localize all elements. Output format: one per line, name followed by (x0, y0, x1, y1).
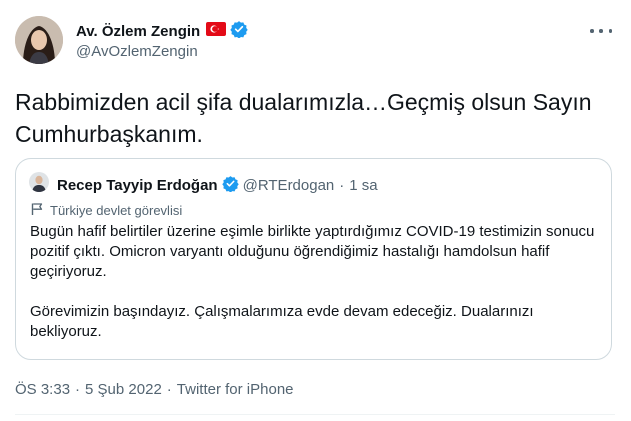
tweet-text: Rabbimizden acil şifa dualarımızla…Geçmi… (15, 89, 592, 147)
more-dot (590, 29, 594, 33)
tweet-source[interactable]: Twitter for iPhone (177, 381, 294, 398)
quoted-header: Recep Tayyip Erdoğan @RTErdogan · 1 sa (57, 175, 378, 196)
author-avatar[interactable] (15, 16, 63, 64)
more-dot (608, 29, 612, 33)
avatar-image (15, 16, 63, 64)
author-name-row[interactable]: Av. Özlem Zengin (76, 20, 248, 42)
government-official-label: Türkiye devlet görevlisi (30, 202, 182, 219)
tweet-date[interactable]: 5 Şub 2022 (85, 381, 162, 398)
meta-separator: · (75, 381, 81, 398)
divider (15, 414, 615, 415)
verified-badge-icon (221, 175, 239, 196)
quoted-tweet[interactable]: Recep Tayyip Erdoğan @RTErdogan · 1 sa T… (15, 158, 612, 360)
meta-separator: · (166, 381, 172, 398)
quoted-author-name[interactable]: Recep Tayyip Erdoğan (57, 177, 218, 194)
flag-icon (30, 202, 44, 219)
quoted-separator: · (339, 177, 345, 194)
quoted-avatar-image (29, 172, 49, 192)
quoted-author-avatar[interactable] (29, 172, 49, 192)
quoted-timestamp[interactable]: 1 sa (349, 177, 377, 194)
quoted-tweet-body: Bugün hafif belirtiler üzerine eşimle bi… (30, 222, 605, 342)
quoted-paragraph-2: Görevimizin başındayız. Çalışmalarımıza … (30, 303, 534, 340)
author-name[interactable]: Av. Özlem Zengin (76, 23, 200, 40)
government-official-text: Türkiye devlet görevlisi (50, 203, 183, 218)
quoted-paragraph-1: Bugün hafif belirtiler üzerine eşimle bi… (30, 223, 595, 280)
tweet-metadata: ÖS 3:33 · 5 Şub 2022 · Twitter for iPhone (15, 381, 294, 398)
more-options-icon[interactable] (590, 22, 612, 40)
more-dot (599, 29, 603, 33)
author-handle[interactable]: @AvOzlemZengin (76, 43, 198, 60)
turkey-flag-icon (206, 22, 227, 40)
verified-badge-icon (230, 20, 248, 42)
quoted-author-handle[interactable]: @RTErdogan (243, 177, 335, 194)
tweet-time[interactable]: ÖS 3:33 (15, 381, 70, 398)
